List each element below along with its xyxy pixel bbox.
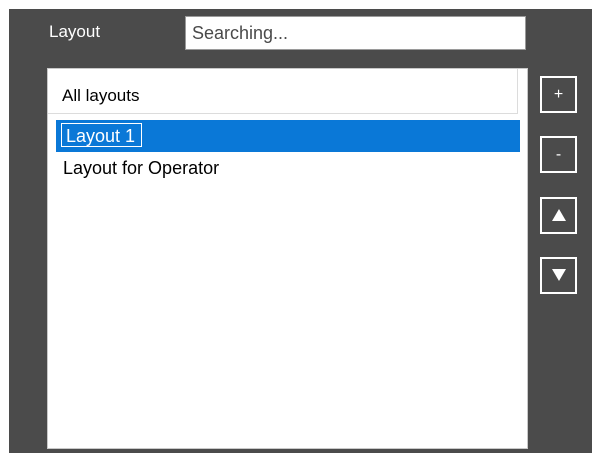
triangle-down-icon: [551, 268, 566, 281]
rename-edit-box[interactable]: Layout 1: [61, 123, 143, 147]
move-down-button[interactable]: [540, 257, 577, 294]
remove-layout-button[interactable]: -: [540, 136, 577, 173]
list-header-label: All layouts: [62, 86, 140, 105]
search-input[interactable]: [185, 16, 526, 50]
layout-label: Layout: [49, 22, 101, 41]
add-layout-button[interactable]: +: [540, 76, 577, 113]
list-item-label: Layout for Operator: [63, 158, 220, 178]
list-item-layout-for-operator[interactable]: Layout for Operator: [56, 152, 520, 184]
list-header: All layouts: [48, 69, 518, 114]
layouts-list[interactable]: All layouts Layout 1 Layout for Operator: [47, 68, 528, 449]
list-item-layout-1[interactable]: Layout 1: [56, 120, 520, 152]
move-up-button[interactable]: [540, 197, 577, 234]
triangle-up-icon: [551, 208, 566, 221]
